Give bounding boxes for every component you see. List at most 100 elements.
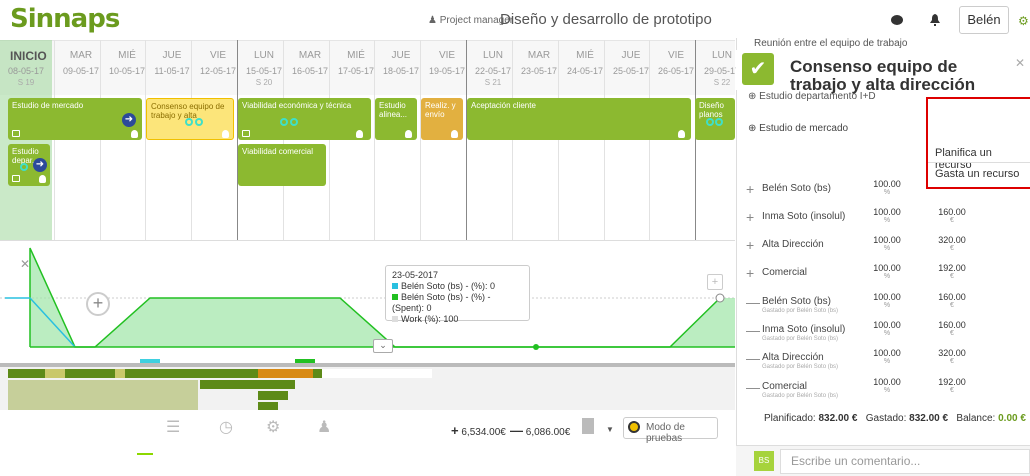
- resource-amount: 160.00: [938, 292, 966, 302]
- resource-row[interactable]: — Comercial Gastado por Belén Soto (bs) 100…: [744, 377, 1028, 405]
- calendar-day: VIE 19-05-17: [423, 40, 471, 95]
- calendar-icon: [242, 130, 250, 137]
- add-icon[interactable]: +: [746, 209, 754, 225]
- dependency-item[interactable]: ⊕ Estudio de mercado: [748, 123, 848, 134]
- percent-unit: %: [883, 387, 891, 394]
- resource-row[interactable]: — Inma Soto (insolul) Gastado por Belén So…: [744, 320, 1028, 348]
- close-icon[interactable]: ✕: [20, 257, 30, 271]
- planned-label: Planificado:: [764, 413, 816, 424]
- minus-icon[interactable]: —: [746, 379, 760, 395]
- dashboard-icon[interactable]: ⚙: [266, 417, 280, 437]
- minus-icon[interactable]: —: [746, 322, 760, 338]
- status-dot-icon: [20, 163, 28, 171]
- zoom-in-button[interactable]: +: [707, 274, 723, 290]
- dependency-item[interactable]: ⊕ Estudio departamento I+D: [748, 91, 876, 102]
- calendar-day: JUE 18-05-17: [377, 40, 425, 95]
- status-dot-icon: [706, 118, 714, 126]
- team-icon[interactable]: ♟: [317, 417, 331, 437]
- chevron-down-icon[interactable]: ⌄: [373, 339, 393, 353]
- resource-subtitle: Gastado por Belén Soto (bs): [762, 393, 839, 399]
- amount-unit: €: [950, 245, 954, 252]
- minus-icon[interactable]: —: [746, 350, 760, 366]
- person-icon: [405, 130, 412, 138]
- day-name: JUE: [162, 50, 182, 61]
- resource-percent: 100.00: [873, 292, 901, 302]
- resource-row[interactable]: — Alta Dirección Gastado por Belén Soto (b…: [744, 348, 1028, 376]
- panel-title: Consenso equipo de trabajo y alta direcc…: [790, 57, 976, 94]
- add-icon[interactable]: +: [746, 181, 754, 197]
- person-icon: [131, 130, 138, 138]
- project-title[interactable]: Diseño y desarrollo de prototipo: [500, 11, 712, 28]
- bell-icon[interactable]: [930, 14, 940, 26]
- resource-row[interactable]: + Inma Soto (insolul) 100.00% 160.00 €: [744, 207, 1028, 235]
- day-name: MAR: [298, 50, 322, 61]
- calendar-day: JUE 11-05-17: [148, 40, 196, 95]
- resource-percent: 100.00: [873, 207, 901, 217]
- mini-bar: [115, 369, 125, 378]
- mini-timeline[interactable]: [0, 359, 735, 411]
- day-date: 26-05-17: [657, 66, 695, 76]
- mini-bar: [45, 369, 65, 378]
- close-icon[interactable]: ✕: [1015, 56, 1025, 70]
- point-marker: [533, 344, 539, 350]
- resource-row[interactable]: + Comercial 100.00% 192.00 €: [744, 263, 1028, 291]
- mini-bar: [0, 363, 735, 367]
- arrow-right-icon[interactable]: ➜: [33, 158, 47, 172]
- income-total: + 6,534.00€: [451, 423, 506, 438]
- resource-name: Alta Dirección: [762, 239, 824, 250]
- resource-row[interactable]: + Belén Soto (bs) 100.00%: [744, 179, 1028, 207]
- previous-task-label[interactable]: Reunión entre el equipo de trabajo: [754, 38, 907, 49]
- legend-swatch: [392, 283, 398, 289]
- week-label: S 19: [17, 78, 35, 87]
- resource-row[interactable]: + Alta Dirección 100.00% 320.00 €: [744, 235, 1028, 263]
- calendar-day: MIÉ 17-05-17: [332, 40, 380, 95]
- comment-input[interactable]: Escribe un comentario...: [780, 449, 1030, 474]
- day-date: 17-05-17: [337, 66, 375, 76]
- resource-subtitle: Gastado por Belén Soto (bs): [762, 336, 839, 342]
- task-label: Diseño planos: [699, 101, 724, 119]
- budget-summary: Planificado: 832.00 € Gastado: 832.00 € …: [764, 413, 1026, 424]
- calendar-day: LUN 15-05-17 S 20: [240, 40, 288, 95]
- calendar-day: MAR 23-05-17: [515, 40, 563, 95]
- add-button[interactable]: +: [86, 292, 110, 316]
- check-icon[interactable]: ✔: [742, 53, 774, 85]
- chat-icon[interactable]: [891, 15, 903, 25]
- caret-down-icon[interactable]: ▼: [606, 425, 614, 434]
- task-card[interactable]: Aceptación cliente: [467, 98, 691, 140]
- resource-amount: 192.00: [938, 377, 966, 387]
- amount-unit: €: [950, 387, 954, 394]
- add-icon[interactable]: +: [746, 265, 754, 281]
- day-date: 09-05-17: [62, 66, 100, 76]
- legend-swatch: [392, 294, 398, 300]
- arrow-right-icon[interactable]: ➜: [122, 113, 136, 127]
- person-icon: [451, 130, 458, 138]
- add-icon[interactable]: +: [746, 237, 754, 253]
- percent-unit: %: [883, 189, 891, 196]
- resource-row[interactable]: — Belén Soto (bs) Gastado por Belén Soto (…: [744, 292, 1028, 320]
- day-date: 24-05-17: [566, 66, 604, 76]
- clock-icon[interactable]: ◷: [219, 417, 233, 437]
- mini-bar: [322, 369, 432, 378]
- person-icon: [222, 130, 229, 138]
- person-icon: [678, 130, 685, 138]
- app-logo[interactable]: Sinnaps: [10, 4, 120, 34]
- resource-name: Comercial: [762, 267, 808, 278]
- day-date: 11-05-17: [154, 66, 190, 76]
- tooltip-value: Work (%): 100: [401, 314, 459, 324]
- gear-icon[interactable]: ⚙: [1018, 14, 1030, 28]
- workload-graph: [0, 247, 735, 350]
- mini-bar: [258, 391, 288, 400]
- document-icon[interactable]: [582, 418, 594, 434]
- user-menu-button[interactable]: Belén: [959, 6, 1009, 34]
- task-label: Viabilidad económica y técnica: [242, 101, 352, 110]
- tooltip-row: Belén Soto (bs) - (%) - (Spent): 0: [392, 292, 523, 314]
- task-card[interactable]: Viabilidad comercial: [238, 144, 326, 186]
- day-date: 23-05-17: [520, 66, 558, 76]
- calendar-day: MAR 09-05-17: [57, 40, 105, 95]
- minus-icon[interactable]: —: [746, 294, 760, 310]
- task-card[interactable]: Viabilidad económica y técnica: [238, 98, 371, 140]
- resource-name: Belén Soto (bs): [762, 296, 831, 307]
- active-indicator: [137, 453, 153, 455]
- mini-bar: [200, 380, 295, 389]
- list-icon[interactable]: ☰: [166, 417, 180, 437]
